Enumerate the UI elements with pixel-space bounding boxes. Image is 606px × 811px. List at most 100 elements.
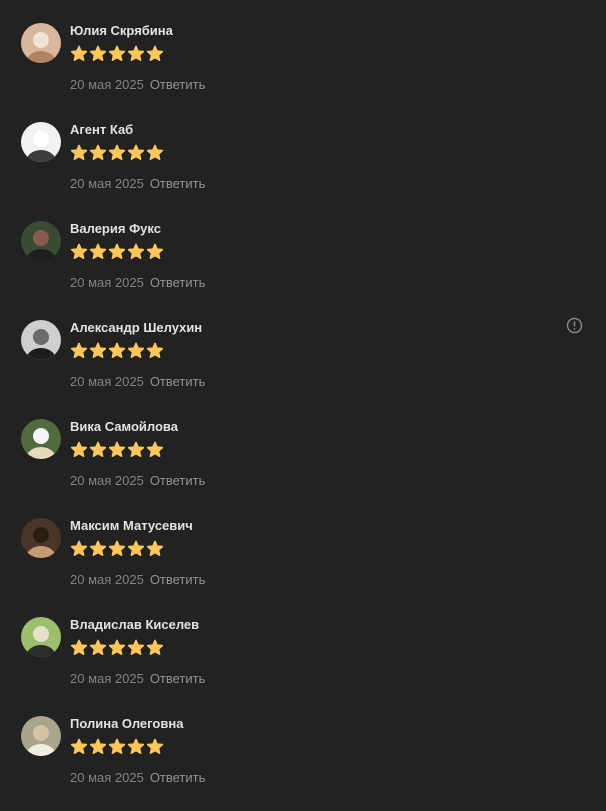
avatar[interactable] [21,221,61,261]
review-date: 20 мая 2025 [70,473,144,488]
review-item: Валерия Фукс 20 мая 2025 Ответить [0,217,606,316]
star-icon [127,639,145,655]
star-icon [108,540,126,556]
avatar[interactable] [21,23,61,63]
star-icon [127,540,145,556]
reply-button[interactable]: Ответить [150,770,206,785]
star-icon [108,639,126,655]
star-icon [127,441,145,457]
author-name[interactable]: Александр Шелухин [70,320,202,336]
star-icon [89,243,107,259]
avatar-image [21,716,61,756]
star-rating [70,540,164,558]
review-item: Александр Шелухин 20 мая 2025 Ответить [0,316,606,415]
review-date: 20 мая 2025 [70,572,144,587]
review-item: Владислав Киселев 20 мая 2025 Ответить [0,613,606,712]
avatar[interactable] [21,122,61,162]
review-date: 20 мая 2025 [70,176,144,191]
star-rating [70,738,164,756]
avatar-image [21,221,61,261]
review-meta: 20 мая 2025 Ответить [70,473,205,489]
avatar-image [21,122,61,162]
star-icon [70,441,88,457]
avatar[interactable] [21,419,61,459]
author-name[interactable]: Владислав Киселев [70,617,199,633]
avatar[interactable] [21,716,61,756]
star-rating [70,441,164,459]
reply-button[interactable]: Ответить [150,77,206,92]
star-icon [89,144,107,160]
avatar-image [21,518,61,558]
reply-button[interactable]: Ответить [150,275,206,290]
avatar[interactable] [21,320,61,360]
star-icon [89,738,107,754]
review-meta: 20 мая 2025 Ответить [70,77,205,93]
star-icon [108,342,126,358]
author-name[interactable]: Максим Матусевич [70,518,193,534]
review-meta: 20 мая 2025 Ответить [70,374,205,390]
review-item: Агент Каб 20 мая 2025 Ответить [0,118,606,217]
reply-button[interactable]: Ответить [150,176,206,191]
star-rating [70,342,164,360]
star-rating [70,45,164,63]
review-item: Вика Самойлова 20 мая 2025 Ответить [0,415,606,514]
review-meta: 20 мая 2025 Ответить [70,176,205,192]
star-icon [146,441,164,457]
avatar[interactable] [21,617,61,657]
star-icon [108,144,126,160]
star-icon [70,45,88,61]
review-meta: 20 мая 2025 Ответить [70,671,205,687]
reply-button[interactable]: Ответить [150,473,206,488]
star-rating [70,243,164,261]
star-icon [89,639,107,655]
review-list: Юлия Скрябина 20 мая 2025 Ответить Агент … [0,0,606,800]
avatar[interactable] [21,518,61,558]
star-icon [70,639,88,655]
star-icon [127,738,145,754]
star-icon [70,342,88,358]
star-icon [89,441,107,457]
review-meta: 20 мая 2025 Ответить [70,275,205,291]
author-name[interactable]: Полина Олеговна [70,716,183,732]
star-icon [89,45,107,61]
star-rating [70,639,164,657]
author-name[interactable]: Юлия Скрябина [70,23,173,39]
star-icon [127,342,145,358]
review-date: 20 мая 2025 [70,770,144,785]
star-icon [108,243,126,259]
review-date: 20 мая 2025 [70,671,144,686]
author-name[interactable]: Агент Каб [70,122,133,138]
star-icon [89,540,107,556]
star-icon [108,45,126,61]
author-name[interactable]: Валерия Фукс [70,221,161,237]
review-date: 20 мая 2025 [70,374,144,389]
star-icon [70,738,88,754]
star-icon [146,738,164,754]
star-icon [146,342,164,358]
review-date: 20 мая 2025 [70,275,144,290]
review-date: 20 мая 2025 [70,77,144,92]
reply-button[interactable]: Ответить [150,572,206,587]
star-icon [146,639,164,655]
review-meta: 20 мая 2025 Ответить [70,572,205,588]
review-meta: 20 мая 2025 Ответить [70,770,205,786]
avatar-image [21,617,61,657]
star-icon [108,441,126,457]
avatar-image [21,320,61,360]
star-icon [89,342,107,358]
author-name[interactable]: Вика Самойлова [70,419,178,435]
star-icon [70,540,88,556]
avatar-image [21,419,61,459]
star-rating [70,144,164,162]
avatar-image [21,23,61,63]
star-icon [146,144,164,160]
review-item: Максим Матусевич 20 мая 2025 Ответить [0,514,606,613]
reply-button[interactable]: Ответить [150,374,206,389]
star-icon [127,45,145,61]
star-icon [146,45,164,61]
exclamation-circle-icon[interactable] [566,317,583,334]
reply-button[interactable]: Ответить [150,671,206,686]
star-icon [146,540,164,556]
review-item: Полина Олеговна 20 мая 2025 Ответить [0,712,606,811]
star-icon [70,243,88,259]
